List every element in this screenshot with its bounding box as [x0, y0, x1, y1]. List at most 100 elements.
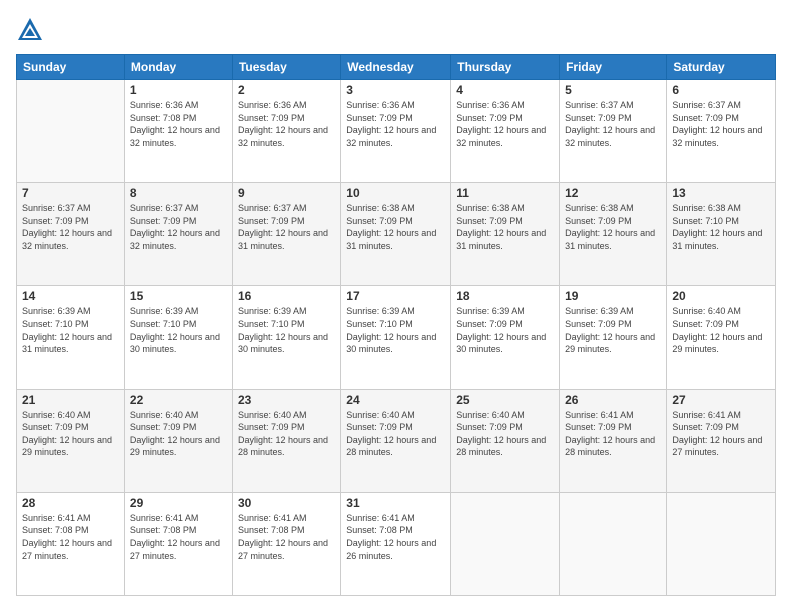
calendar-cell: 10 Sunrise: 6:38 AMSunset: 7:09 PMDayligh… [341, 183, 451, 286]
day-number: 22 [130, 393, 227, 407]
day-number: 1 [130, 83, 227, 97]
header-day: Monday [124, 55, 232, 80]
calendar-cell: 31Sunrise: 6:41 AMSunset: 7:08 PMDayligh… [341, 492, 451, 595]
calendar-cell: 17 Sunrise: 6:39 AMSunset: 7:10 PMDayligh… [341, 286, 451, 389]
header-day: Sunday [17, 55, 125, 80]
day-info: Sunrise: 6:40 AMSunset: 7:09 PMDaylight:… [346, 409, 445, 459]
calendar-week: 21 Sunrise: 6:40 AMSunset: 7:09 PMDayligh… [17, 389, 776, 492]
calendar-week: 14 Sunrise: 6:39 AMSunset: 7:10 PMDayligh… [17, 286, 776, 389]
day-number: 15 [130, 289, 227, 303]
day-info: Sunrise: 6:37 AMSunset: 7:09 PMDaylight:… [238, 202, 335, 252]
day-number: 21 [22, 393, 119, 407]
day-info: Sunrise: 6:36 AMSunset: 7:09 PMDaylight:… [238, 99, 335, 149]
calendar-cell: 15 Sunrise: 6:39 AMSunset: 7:10 PMDayligh… [124, 286, 232, 389]
day-info: Sunrise: 6:39 AMSunset: 7:10 PMDaylight:… [346, 305, 445, 355]
calendar-week: 7 Sunrise: 6:37 AMSunset: 7:09 PMDaylight… [17, 183, 776, 286]
day-info: Sunrise: 6:39 AMSunset: 7:10 PMDaylight:… [130, 305, 227, 355]
calendar-cell: 4Sunrise: 6:36 AMSunset: 7:09 PMDaylight… [451, 80, 560, 183]
day-info: Sunrise: 6:40 AMSunset: 7:09 PMDaylight:… [130, 409, 227, 459]
day-info: Sunrise: 6:39 AMSunset: 7:10 PMDaylight:… [22, 305, 119, 355]
calendar-week: 28Sunrise: 6:41 AMSunset: 7:08 PMDayligh… [17, 492, 776, 595]
day-info: Sunrise: 6:40 AMSunset: 7:09 PMDaylight:… [456, 409, 554, 459]
calendar-cell: 23 Sunrise: 6:40 AMSunset: 7:09 PMDayligh… [232, 389, 340, 492]
day-number: 5 [565, 83, 661, 97]
calendar-cell: 19 Sunrise: 6:39 AMSunset: 7:09 PMDayligh… [560, 286, 667, 389]
day-number: 26 [565, 393, 661, 407]
day-number: 10 [346, 186, 445, 200]
day-number: 16 [238, 289, 335, 303]
day-info: Sunrise: 6:39 AMSunset: 7:09 PMDaylight:… [565, 305, 661, 355]
day-number: 24 [346, 393, 445, 407]
calendar-cell: 14 Sunrise: 6:39 AMSunset: 7:10 PMDayligh… [17, 286, 125, 389]
calendar-cell: 12 Sunrise: 6:38 AMSunset: 7:09 PMDayligh… [560, 183, 667, 286]
day-number: 17 [346, 289, 445, 303]
calendar-cell [17, 80, 125, 183]
calendar-cell: 9 Sunrise: 6:37 AMSunset: 7:09 PMDaylight… [232, 183, 340, 286]
header-day: Saturday [667, 55, 776, 80]
day-number: 6 [672, 83, 770, 97]
logo-icon [16, 16, 44, 44]
day-number: 14 [22, 289, 119, 303]
calendar-cell: 25 Sunrise: 6:40 AMSunset: 7:09 PMDayligh… [451, 389, 560, 492]
calendar-cell: 16 Sunrise: 6:39 AMSunset: 7:10 PMDayligh… [232, 286, 340, 389]
day-info: Sunrise: 6:36 AMSunset: 7:09 PMDaylight:… [346, 99, 445, 149]
day-number: 11 [456, 186, 554, 200]
day-info: Sunrise: 6:39 AMSunset: 7:10 PMDaylight:… [238, 305, 335, 355]
day-number: 9 [238, 186, 335, 200]
day-number: 30 [238, 496, 335, 510]
calendar-cell: 29Sunrise: 6:41 AMSunset: 7:08 PMDayligh… [124, 492, 232, 595]
header-day: Thursday [451, 55, 560, 80]
day-number: 3 [346, 83, 445, 97]
day-number: 27 [672, 393, 770, 407]
day-number: 19 [565, 289, 661, 303]
logo [16, 16, 48, 44]
day-info: Sunrise: 6:37 AMSunset: 7:09 PMDaylight:… [565, 99, 661, 149]
day-number: 8 [130, 186, 227, 200]
day-info: Sunrise: 6:41 AMSunset: 7:08 PMDaylight:… [22, 512, 119, 562]
calendar-cell: 22 Sunrise: 6:40 AMSunset: 7:09 PMDayligh… [124, 389, 232, 492]
day-number: 12 [565, 186, 661, 200]
day-info: Sunrise: 6:38 AMSunset: 7:09 PMDaylight:… [346, 202, 445, 252]
day-number: 13 [672, 186, 770, 200]
day-number: 25 [456, 393, 554, 407]
day-info: Sunrise: 6:40 AMSunset: 7:09 PMDaylight:… [672, 305, 770, 355]
calendar-cell: 21Sunrise: 6:40 AMSunset: 7:09 PMDayligh… [17, 389, 125, 492]
day-info: Sunrise: 6:37 AMSunset: 7:09 PMDaylight:… [130, 202, 227, 252]
calendar-cell [451, 492, 560, 595]
calendar-cell: 20Sunrise: 6:40 AMSunset: 7:09 PMDayligh… [667, 286, 776, 389]
day-info: Sunrise: 6:38 AMSunset: 7:09 PMDaylight:… [456, 202, 554, 252]
calendar-cell: 6Sunrise: 6:37 AMSunset: 7:09 PMDaylight… [667, 80, 776, 183]
calendar-cell: 11 Sunrise: 6:38 AMSunset: 7:09 PMDayligh… [451, 183, 560, 286]
day-info: Sunrise: 6:36 AMSunset: 7:08 PMDaylight:… [130, 99, 227, 149]
day-number: 4 [456, 83, 554, 97]
day-number: 31 [346, 496, 445, 510]
day-number: 2 [238, 83, 335, 97]
day-info: Sunrise: 6:38 AMSunset: 7:10 PMDaylight:… [672, 202, 770, 252]
day-number: 23 [238, 393, 335, 407]
day-info: Sunrise: 6:41 AMSunset: 7:09 PMDaylight:… [672, 409, 770, 459]
day-info: Sunrise: 6:37 AMSunset: 7:09 PMDaylight:… [22, 202, 119, 252]
calendar-cell: 24 Sunrise: 6:40 AMSunset: 7:09 PMDayligh… [341, 389, 451, 492]
day-info: Sunrise: 6:41 AMSunset: 7:08 PMDaylight:… [238, 512, 335, 562]
calendar-cell [667, 492, 776, 595]
calendar-week: 1 Sunrise: 6:36 AMSunset: 7:08 PMDaylight… [17, 80, 776, 183]
calendar-cell: 28Sunrise: 6:41 AMSunset: 7:08 PMDayligh… [17, 492, 125, 595]
header-day: Friday [560, 55, 667, 80]
header-day: Tuesday [232, 55, 340, 80]
day-info: Sunrise: 6:39 AMSunset: 7:09 PMDaylight:… [456, 305, 554, 355]
day-number: 29 [130, 496, 227, 510]
day-info: Sunrise: 6:40 AMSunset: 7:09 PMDaylight:… [238, 409, 335, 459]
day-info: Sunrise: 6:38 AMSunset: 7:09 PMDaylight:… [565, 202, 661, 252]
calendar-cell: 27 Sunrise: 6:41 AMSunset: 7:09 PMDayligh… [667, 389, 776, 492]
calendar-cell: 3 Sunrise: 6:36 AMSunset: 7:09 PMDaylight… [341, 80, 451, 183]
day-number: 7 [22, 186, 119, 200]
calendar-cell [560, 492, 667, 595]
calendar-cell: 1 Sunrise: 6:36 AMSunset: 7:08 PMDaylight… [124, 80, 232, 183]
calendar-cell: 7 Sunrise: 6:37 AMSunset: 7:09 PMDaylight… [17, 183, 125, 286]
day-number: 18 [456, 289, 554, 303]
header [16, 16, 776, 44]
day-info: Sunrise: 6:41 AMSunset: 7:09 PMDaylight:… [565, 409, 661, 459]
calendar-cell: 18 Sunrise: 6:39 AMSunset: 7:09 PMDayligh… [451, 286, 560, 389]
header-row: SundayMondayTuesdayWednesdayThursdayFrid… [17, 55, 776, 80]
calendar-cell: 26 Sunrise: 6:41 AMSunset: 7:09 PMDayligh… [560, 389, 667, 492]
